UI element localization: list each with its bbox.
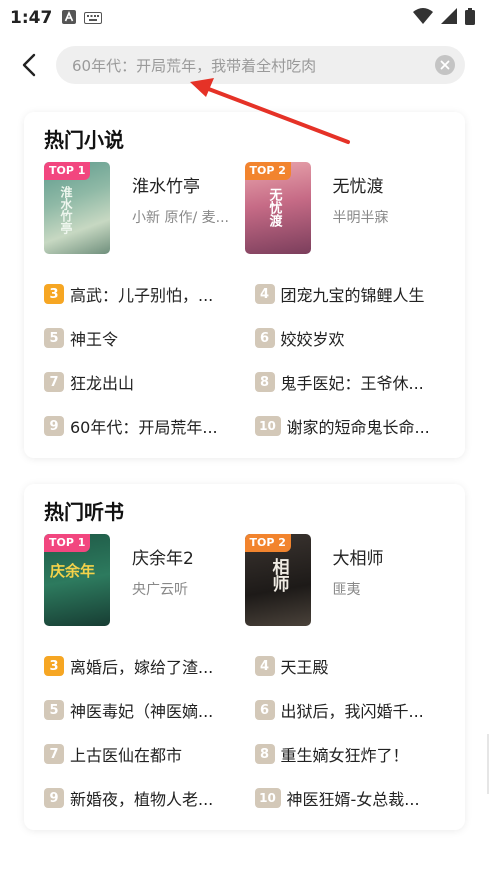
top-badge: TOP 2 <box>244 534 291 552</box>
rank-badge: 9 <box>44 788 64 808</box>
main-content: 热门小说 TOP 1 淮水竹亭 淮水竹亭 小新 原作/ 麦... TOP 2 无… <box>0 94 489 869</box>
item-title: 神医毒妃（神医嫡... <box>70 702 214 721</box>
rank-badge: 8 <box>254 372 275 392</box>
book-author: 半明半寐 <box>332 210 389 226</box>
item-title: 谢家的短命鬼长命... <box>286 418 430 437</box>
rank-badge: 5 <box>44 328 64 348</box>
item-title: 60年代：开局荒年... <box>70 418 218 437</box>
book-cover: TOP 2 无忧渡 <box>244 162 311 254</box>
battery-icon <box>465 7 475 29</box>
rank-badge: 10 <box>254 416 281 436</box>
top-book-1[interactable]: TOP 1 淮水竹亭 淮水竹亭 小新 原作/ 麦... <box>44 162 245 258</box>
cover-title: 相师 <box>268 558 289 592</box>
book-author: 匪夷 <box>332 582 361 598</box>
status-time: 1:47 <box>10 8 53 28</box>
rank-badge: 3 <box>44 284 64 304</box>
rank-badge: 4 <box>254 284 275 304</box>
item-title: 鬼手医妃：王爷休... <box>280 374 424 393</box>
book-name: 淮水竹亭 <box>132 177 200 197</box>
wifi-icon <box>413 8 433 28</box>
book-cover: TOP 2 相师 <box>244 534 311 626</box>
item-title: 新婚夜，植物人老... <box>70 790 214 809</box>
rank-badge: 9 <box>44 416 64 436</box>
list-item[interactable]: 10 神医狂婿-女总裁... <box>254 776 446 820</box>
item-title: 狂龙出山 <box>70 374 135 393</box>
cover-title: 淮水竹亭 <box>59 186 73 234</box>
list-item[interactable]: 5 神医毒妃（神医嫡... <box>44 688 235 732</box>
keyboard-icon <box>84 9 103 28</box>
search-text[interactable]: 60年代：开局荒年，我带着全村吃肉 <box>72 55 435 76</box>
rank-badge: 7 <box>44 372 64 392</box>
top-badge: TOP 1 <box>44 162 91 180</box>
rank-badge: 8 <box>254 744 275 764</box>
top-book-2[interactable]: TOP 2 无忧渡 无忧渡 半明半寐 <box>244 162 446 258</box>
rank-badge: 3 <box>44 656 64 676</box>
search-input[interactable]: 60年代：开局荒年，我带着全村吃肉 <box>56 46 465 84</box>
book-cover: TOP 1 淮水竹亭 <box>44 162 110 254</box>
cover-title: 庆余年 <box>50 562 96 580</box>
list-item[interactable]: 9 60年代：开局荒年... <box>44 404 235 448</box>
list-item[interactable]: 6 姣姣岁欢 <box>254 316 446 360</box>
search-header: 60年代：开局荒年，我带着全村吃肉 <box>0 36 489 94</box>
item-title: 神王令 <box>70 330 119 349</box>
item-title: 上古医仙在都市 <box>70 746 183 765</box>
rank-badge: 7 <box>44 744 64 764</box>
book-author: 央广云听 <box>132 582 188 598</box>
cover-title: 无忧渡 <box>266 188 282 227</box>
list-item[interactable]: 3 高武：儿子别怕，... <box>44 272 235 316</box>
section-title: 热门小说 <box>44 128 124 152</box>
clear-search-button[interactable] <box>435 55 455 75</box>
rank-badge: 6 <box>254 700 275 720</box>
section-title: 热门听书 <box>44 500 124 524</box>
ranking-list: 3 高武：儿子别怕，... 4 团宠九宝的锦鲤人生 5 神王令 6 姣姣岁欢 7 狂龙出山… <box>44 272 445 448</box>
book-author: 小新 原作/ 麦... <box>132 210 228 226</box>
list-item[interactable]: 5 神王令 <box>44 316 235 360</box>
list-item[interactable]: 10 谢家的短命鬼长命... <box>254 404 446 448</box>
top-book-1[interactable]: TOP 1 庆余年 庆余年2 央广云听 <box>44 534 245 630</box>
list-item[interactable]: 3 离婚后，嫁给了渣... <box>44 644 235 688</box>
list-item[interactable]: 6 出狱后，我闪婚千... <box>254 688 446 732</box>
chevron-left-icon <box>22 53 36 77</box>
list-item[interactable]: 7 狂龙出山 <box>44 360 235 404</box>
back-button[interactable] <box>14 50 44 80</box>
item-title: 离婚后，嫁给了渣... <box>70 658 214 677</box>
signal-icon <box>441 8 457 28</box>
item-title: 神医狂婿-女总裁... <box>286 790 420 809</box>
list-item[interactable]: 4 天王殿 <box>254 644 446 688</box>
book-cover: TOP 1 庆余年 <box>44 534 110 626</box>
ranking-list: 3 离婚后，嫁给了渣... 4 天王殿 5 神医毒妃（神医嫡... 6 出狱后，我闪婚千… <box>44 644 445 820</box>
rank-badge: 5 <box>44 700 64 720</box>
rank-badge: 10 <box>254 788 281 808</box>
rank-badge: 6 <box>254 328 275 348</box>
list-item[interactable]: 4 团宠九宝的锦鲤人生 <box>254 272 446 316</box>
top-badge: TOP 2 <box>244 162 291 180</box>
item-title: 重生嫡女狂炸了！ <box>280 746 409 765</box>
rank-badge: 4 <box>254 656 275 676</box>
top-book-2[interactable]: TOP 2 相师 大相师 匪夷 <box>244 534 446 630</box>
item-title: 姣姣岁欢 <box>280 330 345 349</box>
item-title: 团宠九宝的锦鲤人生 <box>280 286 425 305</box>
book-name: 大相师 <box>332 549 384 569</box>
close-icon <box>440 60 450 70</box>
item-title: 高武：儿子别怕，... <box>70 286 214 305</box>
item-title: 出狱后，我闪婚千... <box>280 702 424 721</box>
hot-audiobooks-card: 热门听书 TOP 1 庆余年 庆余年2 央广云听 TOP 2 相师 大相师 匪夷… <box>24 484 465 830</box>
book-name: 庆余年2 <box>132 549 194 569</box>
item-title: 天王殿 <box>280 658 329 677</box>
status-bar: 1:47 <box>0 0 489 36</box>
top-badge: TOP 1 <box>44 534 91 552</box>
list-item[interactable]: 7 上古医仙在都市 <box>44 732 235 776</box>
book-name: 无忧渡 <box>332 177 384 197</box>
list-item[interactable]: 9 新婚夜，植物人老... <box>44 776 235 820</box>
list-item[interactable]: 8 鬼手医妃：王爷休... <box>254 360 446 404</box>
list-item[interactable]: 8 重生嫡女狂炸了！ <box>254 732 446 776</box>
font-notification-icon <box>62 9 77 28</box>
hot-novels-card: 热门小说 TOP 1 淮水竹亭 淮水竹亭 小新 原作/ 麦... TOP 2 无… <box>24 112 465 458</box>
